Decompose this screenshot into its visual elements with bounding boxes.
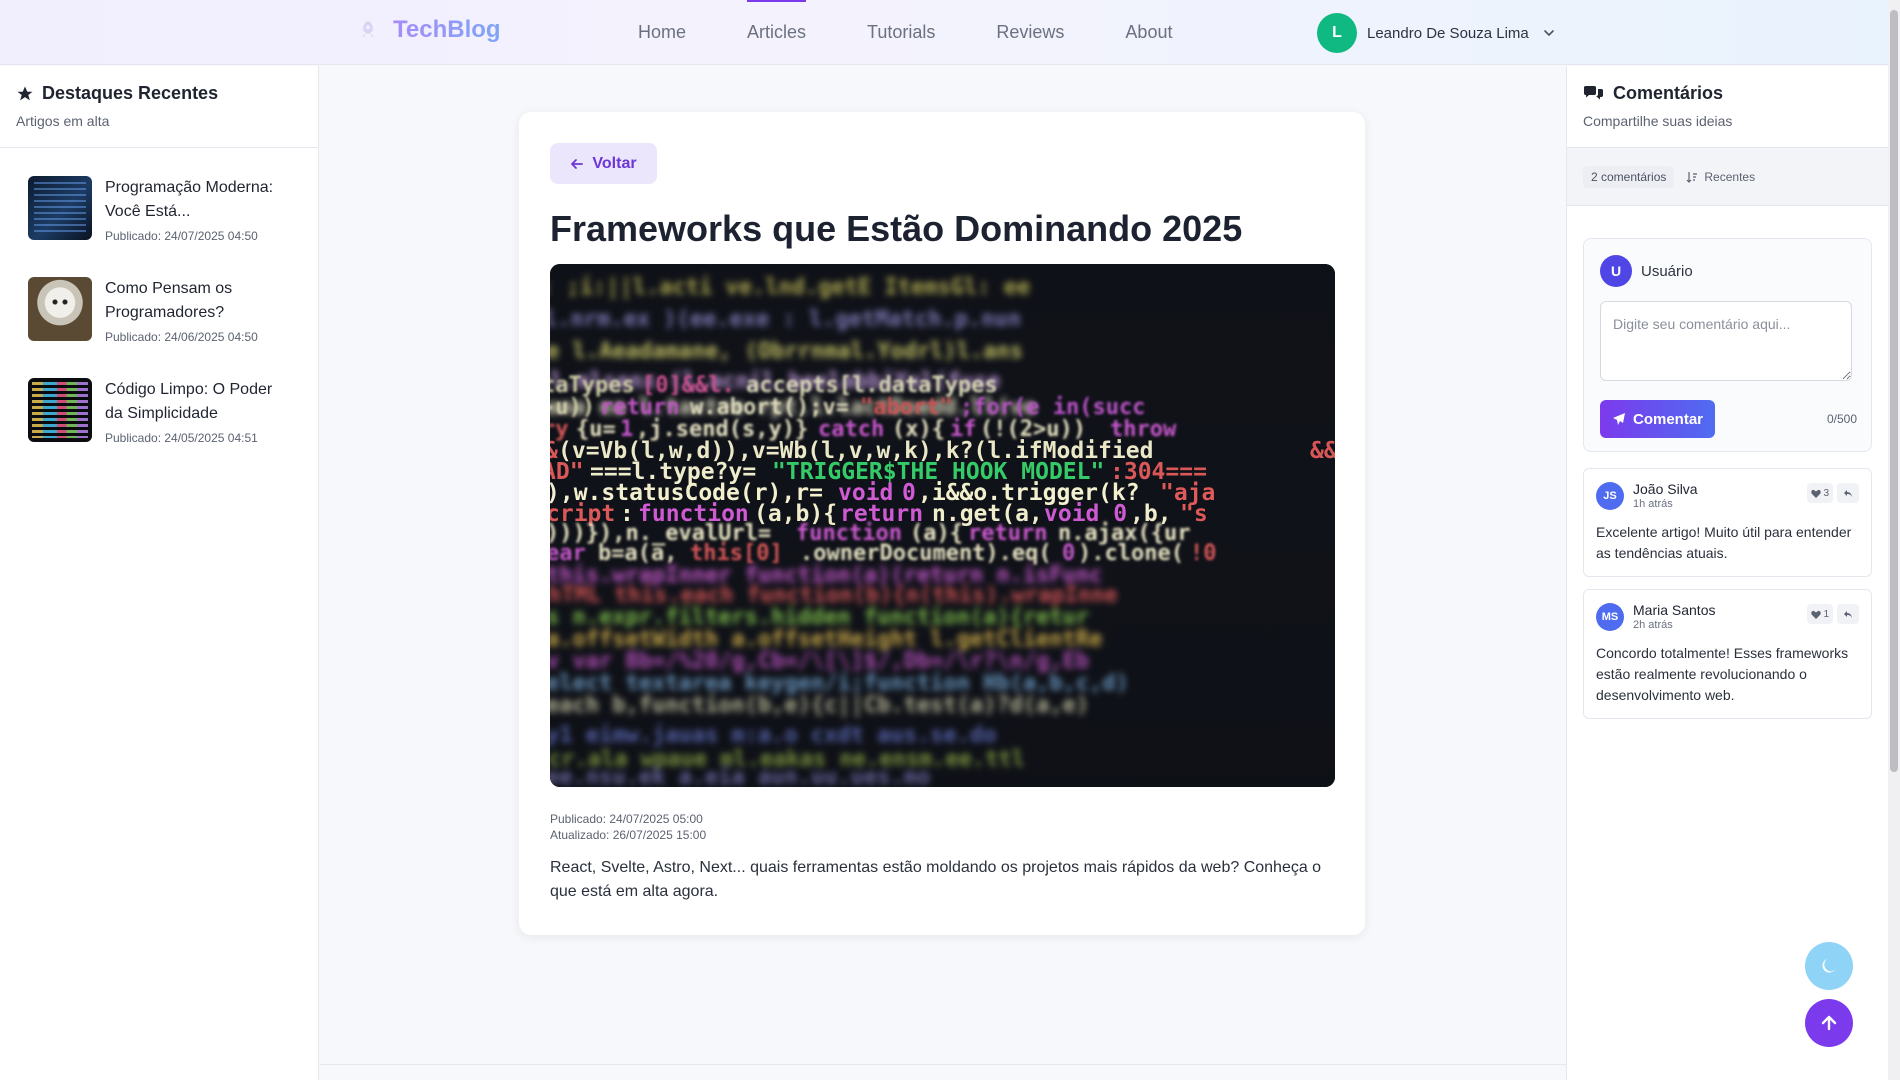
comment-text: Concordo totalmente! Esses frameworks es…	[1596, 645, 1849, 703]
comment-text: Excelente artigo! Muito útil para entend…	[1596, 524, 1852, 561]
featured-item-title[interactable]: Programação Moderna: Você Está...	[105, 176, 294, 224]
user-avatar: L	[1317, 13, 1357, 53]
like-button[interactable]: 1	[1807, 604, 1833, 624]
main-nav: Home Articles Tutorials Reviews About	[638, 0, 1172, 64]
avatar: U	[1600, 255, 1632, 287]
featured-item[interactable]: Como Pensam os Programadores? Publicado:…	[0, 259, 318, 360]
reply-button[interactable]	[1837, 604, 1859, 624]
comment-form-user: U Usuário	[1600, 255, 1855, 287]
comments-toolbar: 2 comentários Recentes	[1567, 147, 1888, 206]
paper-plane-icon	[1612, 413, 1625, 425]
like-count: 3	[1823, 487, 1829, 499]
comments-title: Comentários	[1613, 83, 1724, 103]
back-label: Voltar	[592, 154, 637, 172]
comment-time: 2h atrás	[1633, 619, 1673, 631]
featured-item-title[interactable]: Como Pensam os Programadores?	[105, 277, 294, 325]
page-scrollbar[interactable]	[1888, 0, 1900, 1080]
comment-actions: 3	[1807, 483, 1859, 503]
chevron-down-icon	[1543, 30, 1554, 37]
avatar: JS	[1596, 482, 1624, 510]
featured-subtitle: Artigos em alta	[16, 113, 110, 129]
article-meta: Publicado: 24/07/2025 05:00 Atualizado: …	[550, 811, 706, 843]
comments-title-row: Comentários	[1583, 83, 1872, 104]
featured-list: Programação Moderna: Você Está... Public…	[0, 148, 318, 461]
comment-input[interactable]	[1600, 301, 1852, 381]
arrow-left-icon	[571, 158, 584, 169]
featured-thumbnail	[28, 176, 92, 240]
reply-icon	[1844, 610, 1852, 618]
comment-item: MS Maria Santos 2h atrás 1 Concordo tota…	[1583, 589, 1872, 719]
featured-item-date: Publicado: 24/07/2025 04:50	[105, 229, 258, 243]
top-header: TechBlog Home Articles Tutorials Reviews…	[0, 0, 1888, 65]
theme-toggle-button[interactable]	[1805, 942, 1853, 990]
comment-form-username: Usuário	[1641, 262, 1693, 280]
featured-title-row: Destaques Recentes	[16, 83, 302, 104]
comment-time: 1h atrás	[1633, 498, 1673, 510]
sort-button[interactable]: Recentes	[1686, 170, 1755, 184]
comments-sidebar: Comentários Compartilhe suas ideias 2 co…	[1566, 66, 1888, 1080]
article-hero-image: : ;i:||l.acti ve.lnd.getE ItemsGl: ee l.…	[550, 264, 1335, 787]
featured-thumbnail	[28, 277, 92, 341]
sort-label: Recentes	[1704, 169, 1756, 184]
scroll-to-top-button[interactable]	[1805, 999, 1853, 1047]
star-icon	[17, 86, 33, 100]
nav-articles[interactable]: Articles	[747, 0, 807, 43]
reply-icon	[1844, 489, 1852, 497]
like-button[interactable]: 3	[1807, 483, 1833, 503]
featured-header: Destaques Recentes Artigos em alta	[0, 66, 318, 148]
featured-item-date: Publicado: 24/06/2025 04:50	[105, 330, 258, 344]
comment-item: JS João Silva 1h atrás 3 Excelente artig…	[1583, 468, 1872, 577]
nav-home[interactable]: Home	[638, 22, 686, 43]
brand-name: TechBlog	[393, 16, 501, 43]
moon-icon	[1822, 959, 1836, 973]
brand-logo[interactable]: TechBlog	[357, 16, 501, 44]
featured-title: Destaques Recentes	[42, 83, 219, 103]
nav-about[interactable]: About	[1125, 22, 1172, 43]
sort-icon	[1686, 171, 1698, 183]
heart-icon	[1811, 610, 1822, 619]
featured-item-title[interactable]: Código Limpo: O Poder da Simplicidade	[105, 378, 294, 426]
comment-count-badge: 2 comentários	[1583, 165, 1675, 188]
code-screen-image: : ;i:||l.acti ve.lnd.getE ItemsGl: ee l.…	[550, 264, 1335, 787]
article-title: Frameworks que Estão Dominando 2025	[550, 208, 1243, 249]
comments-header: Comentários Compartilhe suas ideias	[1567, 66, 1888, 147]
nav-reviews[interactable]: Reviews	[996, 22, 1064, 43]
heart-icon	[1811, 489, 1822, 498]
updated-date: Atualizado: 26/07/2025 15:00	[550, 828, 707, 842]
featured-sidebar: Destaques Recentes Artigos em alta Progr…	[0, 66, 319, 1080]
like-count: 1	[1823, 608, 1829, 620]
rocket-icon	[361, 20, 375, 38]
submit-comment-label: Comentar	[1632, 410, 1703, 428]
avatar: MS	[1596, 603, 1624, 631]
user-name: Leandro De Souza Lima	[1367, 24, 1529, 42]
featured-thumbnail	[28, 378, 92, 442]
submit-comment-button[interactable]: Comentar	[1600, 400, 1715, 438]
featured-item-date: Publicado: 24/05/2025 04:51	[105, 431, 258, 445]
back-button[interactable]: Voltar	[550, 143, 657, 184]
comments-icon	[1584, 85, 1603, 99]
scrollbar-thumb[interactable]	[1890, 10, 1898, 772]
arrow-up-icon	[1821, 1015, 1837, 1031]
featured-item[interactable]: Programação Moderna: Você Está... Public…	[0, 158, 318, 259]
footer-divider	[320, 1064, 1566, 1065]
comment-form: U Usuário Comentar 0/500	[1583, 238, 1872, 452]
reply-button[interactable]	[1837, 483, 1859, 503]
article-summary: React, Svelte, Astro, Next... quais ferr…	[550, 859, 1322, 900]
nav-tutorials[interactable]: Tutorials	[867, 22, 935, 43]
user-menu[interactable]: L Leandro De Souza Lima	[1317, 13, 1555, 53]
char-counter: 0/500	[1826, 412, 1857, 426]
featured-item[interactable]: Código Limpo: O Poder da Simplicidade Pu…	[0, 360, 318, 461]
article-card: Voltar Frameworks que Estão Dominando 20…	[519, 112, 1365, 935]
comments-subtitle: Compartilhe suas ideias	[1583, 113, 1733, 129]
comment-actions: 1	[1807, 604, 1859, 624]
published-date: Publicado: 24/07/2025 05:00	[550, 812, 703, 826]
comment-author: João Silva	[1633, 481, 1698, 497]
comment-author: Maria Santos	[1633, 602, 1716, 618]
